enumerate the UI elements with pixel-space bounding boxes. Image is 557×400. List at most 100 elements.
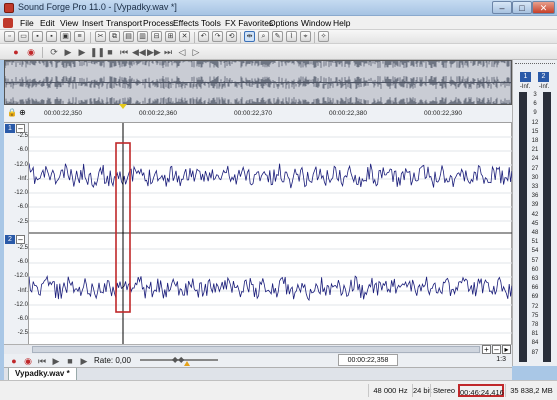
save-icon[interactable]: ▪ <box>32 31 43 42</box>
properties-icon[interactable]: ≡ <box>74 31 85 42</box>
previous-marker-icon[interactable]: ◁ <box>176 46 188 58</box>
trim-icon[interactable]: ⊟ <box>151 31 162 42</box>
status-length[interactable]: 00:46:24,416 <box>458 384 504 397</box>
playhead-marker-icon[interactable] <box>119 104 127 109</box>
menu-insert[interactable]: Insert <box>82 17 103 29</box>
next-marker-icon[interactable]: ▷ <box>190 46 202 58</box>
meter-scale-label: 57 <box>531 257 539 264</box>
record-options-icon[interactable]: ◉ <box>25 46 37 58</box>
wizard-icon[interactable]: ✧ <box>318 31 329 42</box>
menu-options[interactable]: Options <box>269 17 298 29</box>
meter-scale-label: 84 <box>531 340 539 347</box>
waveform-editor[interactable] <box>29 123 512 344</box>
copy-icon[interactable]: ⧉ <box>109 31 120 42</box>
db-label: -6.0 <box>17 204 28 210</box>
status-disk-space: 35 838,2 MB <box>505 384 557 397</box>
delete-icon[interactable]: ✕ <box>179 31 190 42</box>
repeat-icon[interactable]: ⟲ <box>226 31 237 42</box>
cursor-position[interactable]: 00:00:22,358 <box>338 354 398 366</box>
meter-ch1-bar <box>519 92 527 362</box>
render-icon[interactable]: ▣ <box>60 31 71 42</box>
undo-icon[interactable]: ↶ <box>198 31 209 42</box>
menu-file[interactable]: File <box>20 17 34 29</box>
paste-icon[interactable]: ▤ <box>123 31 134 42</box>
cut-icon[interactable]: ✂ <box>95 31 106 42</box>
channel-2-minimize-icon[interactable]: – <box>16 235 25 244</box>
channel-2-label[interactable]: 2 <box>5 235 15 244</box>
meter-ch1-label[interactable]: 1 <box>520 72 531 82</box>
menu-view[interactable]: View <box>60 17 78 29</box>
zoom-options-icon[interactable]: ▸ <box>502 345 511 354</box>
meter-scale-label: 78 <box>531 322 539 328</box>
record-icon[interactable]: ● <box>10 46 22 58</box>
go-to-end-icon[interactable]: ▶ <box>78 355 90 367</box>
play-all-icon[interactable]: ▶ <box>62 46 74 58</box>
menu-help[interactable]: Help <box>333 17 350 29</box>
envelope-tool-icon[interactable]: ⌇ <box>286 31 297 42</box>
meter-ch2-label[interactable]: 2 <box>538 72 549 82</box>
record-options-icon[interactable]: ◉ <box>22 355 34 367</box>
horizontal-scroll-row: + – ▸ <box>4 344 512 354</box>
play-icon[interactable]: ▶ <box>76 46 88 58</box>
pause-icon[interactable]: ❚❚ <box>90 46 105 58</box>
rate-marker-icon <box>184 361 190 366</box>
zoom-ratio[interactable]: 1:3 <box>474 354 506 366</box>
meter-scale-label: 33 <box>531 184 539 190</box>
channel-1-minimize-icon[interactable]: – <box>16 124 25 133</box>
meter-scale-label: 36 <box>531 193 539 200</box>
go-to-start-icon[interactable]: ⏮ <box>36 355 48 367</box>
menu-transport[interactable]: Transport <box>106 17 142 29</box>
stop-icon[interactable]: ■ <box>104 46 116 58</box>
status-channels[interactable]: Stereo <box>430 384 457 397</box>
horizontal-scrollbar[interactable] <box>32 346 480 353</box>
db-label: -Inf. <box>17 288 28 294</box>
db-label: -6.0 <box>17 147 28 153</box>
zoom-out-icon[interactable]: – <box>492 345 501 354</box>
fast-forward-icon[interactable]: ▶▶ <box>147 46 161 58</box>
meter-scale-label: 54 <box>531 248 539 255</box>
menu-bar: File Edit View Insert Transport Process … <box>0 16 557 30</box>
ruler-tick-label: 00:00:22,360 <box>139 110 177 117</box>
open-folder-icon[interactable]: ▭ <box>18 31 29 42</box>
menu-process[interactable]: Process <box>143 17 174 29</box>
loop-icon[interactable]: ⟳ <box>48 46 60 58</box>
go-to-start-icon[interactable]: ⏮ <box>118 46 130 58</box>
channel-1-label[interactable]: 1 <box>5 124 15 133</box>
mix-icon[interactable]: ▥ <box>137 31 148 42</box>
status-bit-depth[interactable]: 24 bit <box>412 384 431 397</box>
status-sample-rate[interactable]: 48 000 Hz <box>368 384 412 397</box>
lock-icon[interactable]: 🔒 <box>7 109 17 118</box>
crop-icon[interactable]: ⊞ <box>165 31 176 42</box>
new-file-icon[interactable]: ▫ <box>4 31 15 42</box>
meter-grip[interactable] <box>515 63 555 66</box>
go-to-end-icon[interactable]: ⏭ <box>162 46 174 58</box>
edit-tool-icon[interactable]: ⇹ <box>244 31 255 42</box>
minimize-button[interactable]: – <box>492 1 512 14</box>
redo-icon[interactable]: ↷ <box>212 31 223 42</box>
record-icon[interactable]: ● <box>8 355 20 367</box>
event-tool-icon[interactable]: ⌖ <box>300 31 311 42</box>
status-bar: 48 000 Hz 24 bit Stereo 00:46:24,416 35 … <box>0 380 557 400</box>
ruler-tick-label: 00:00:22,350 <box>44 110 82 117</box>
menu-fx-favorites[interactable]: FX Favorites <box>225 17 273 29</box>
menu-edit[interactable]: Edit <box>40 17 55 29</box>
zoom-in-icon[interactable]: + <box>482 345 491 354</box>
maximize-button[interactable]: □ <box>512 1 532 14</box>
overview-waveform[interactable] <box>4 60 512 105</box>
magnify-tool-icon[interactable]: ⌕ <box>258 31 269 42</box>
menu-effects[interactable]: Effects <box>173 17 199 29</box>
ruler-tick-label: 00:00:22,390 <box>424 110 462 117</box>
rewind-icon[interactable]: ◀◀ <box>132 46 146 58</box>
play-icon[interactable]: ▶ <box>50 355 62 367</box>
pencil-tool-icon[interactable]: ✎ <box>272 31 283 42</box>
meter-scale-label: 66 <box>531 285 539 292</box>
close-button[interactable]: ✕ <box>532 1 555 14</box>
stop-icon[interactable]: ■ <box>64 355 76 367</box>
meter-scale-label: 81 <box>531 331 539 338</box>
menu-tools[interactable]: Tools <box>201 17 221 29</box>
meter-scale-label: 42 <box>531 211 539 218</box>
menu-window[interactable]: Window <box>301 17 331 29</box>
save-as-icon[interactable]: ▪ <box>46 31 57 42</box>
ruler-options-icon[interactable]: ⊕ <box>18 109 27 118</box>
meter-scale-label: 21 <box>531 147 539 154</box>
